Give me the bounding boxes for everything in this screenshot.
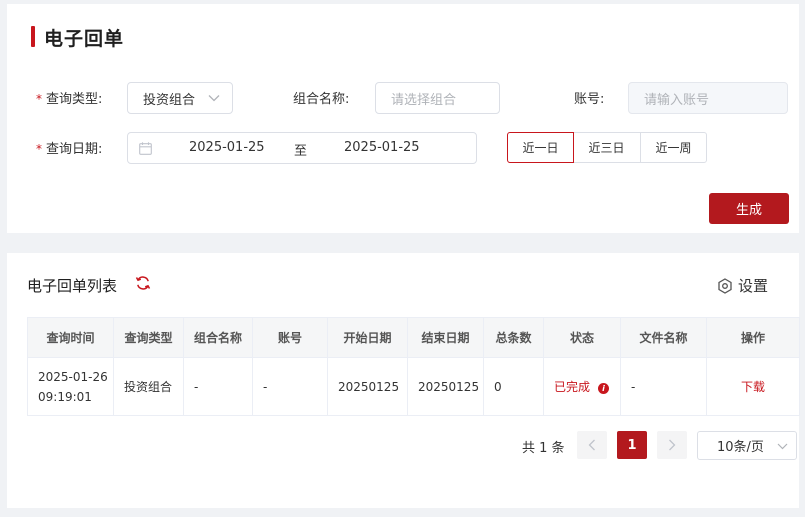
action-cell: 下载	[706, 357, 800, 416]
status-cell: 已完成 i	[543, 357, 621, 416]
table-row: 2025-01-26 09:19:01 投资组合 - - 20250125 20…	[27, 357, 800, 416]
title-accent-bar	[31, 26, 35, 47]
portfolio-name-select[interactable]: 请选择组合	[375, 82, 500, 114]
table-header-row: 查询时间 查询类型 组合名称 账号 开始日期 结束日期 总条数 状态 文件名称 …	[27, 317, 800, 358]
chevron-down-icon	[208, 95, 220, 102]
end-date-input[interactable]: 2025-01-25	[344, 140, 420, 155]
chevron-down-icon	[777, 443, 788, 450]
column-header: 总条数	[483, 317, 544, 358]
column-header: 结束日期	[407, 317, 484, 358]
receipt-list-card: 电子回单列表 设置 查询时间 查询类型 组合名称 账号 开始日期 结束日期 总条…	[7, 253, 800, 508]
page-title: 电子回单	[44, 28, 125, 50]
account-label: 账号:	[574, 92, 605, 107]
total-cell: 0	[483, 357, 544, 416]
file-name-cell: -	[620, 357, 707, 416]
required-mark: *	[36, 142, 42, 156]
portfolio-name-label: 组合名称:	[293, 92, 350, 107]
column-header: 查询时间	[27, 317, 114, 358]
query-date-label: * 查询日期:	[36, 142, 103, 157]
gear-icon	[718, 277, 732, 294]
column-header: 开始日期	[327, 317, 408, 358]
query-type-select[interactable]: 投资组合	[127, 82, 233, 114]
column-header: 文件名称	[620, 317, 707, 358]
end-date-cell: 20250125	[407, 357, 484, 416]
chevron-left-icon	[588, 439, 595, 451]
range-3d-button[interactable]: 近三日	[573, 132, 641, 163]
next-page-button[interactable]	[657, 431, 687, 459]
query-type-label: * 查询类型:	[36, 92, 103, 107]
account-cell: -	[252, 357, 328, 416]
column-header: 查询类型	[113, 317, 184, 358]
column-header: 状态	[543, 317, 621, 358]
calendar-icon	[139, 142, 152, 155]
query-form-card: 电子回单 * 查询类型: 投资组合 组合名称: 请选择组合 账号: 请输入账号 *…	[7, 4, 799, 233]
required-mark: *	[36, 92, 42, 106]
download-link[interactable]: 下载	[741, 380, 765, 394]
pagination-total: 共 1 条	[522, 441, 565, 456]
page-number-button[interactable]: 1	[617, 431, 647, 459]
list-title: 电子回单列表	[27, 277, 118, 295]
receipt-table: 查询时间 查询类型 组合名称 账号 开始日期 结束日期 总条数 状态 文件名称 …	[27, 317, 800, 416]
column-header: 操作	[706, 317, 800, 358]
status-badge: 已完成	[554, 379, 591, 394]
column-header: 组合名称	[183, 317, 253, 358]
refresh-icon[interactable]	[135, 275, 151, 291]
chevron-right-icon	[669, 439, 676, 451]
query-time-cell: 2025-01-26 09:19:01	[27, 357, 114, 416]
date-range-separator: 至	[294, 144, 308, 159]
generate-button[interactable]: 生成	[709, 193, 789, 224]
prev-page-button[interactable]	[577, 431, 607, 459]
start-date-input[interactable]: 2025-01-25	[189, 140, 265, 155]
info-icon[interactable]: i	[598, 382, 610, 394]
query-type-cell: 投资组合	[113, 357, 184, 416]
settings-button[interactable]: 设置	[717, 275, 768, 296]
account-input[interactable]: 请输入账号	[628, 82, 788, 114]
page-size-select[interactable]: 10条/页	[697, 431, 797, 460]
range-1w-button[interactable]: 近一周	[640, 132, 707, 163]
start-date-cell: 20250125	[327, 357, 408, 416]
column-header: 账号	[252, 317, 328, 358]
date-range-picker[interactable]: 2025-01-25 至 2025-01-25	[127, 132, 477, 164]
portfolio-name-cell: -	[183, 357, 253, 416]
range-1d-button[interactable]: 近一日	[507, 132, 574, 163]
